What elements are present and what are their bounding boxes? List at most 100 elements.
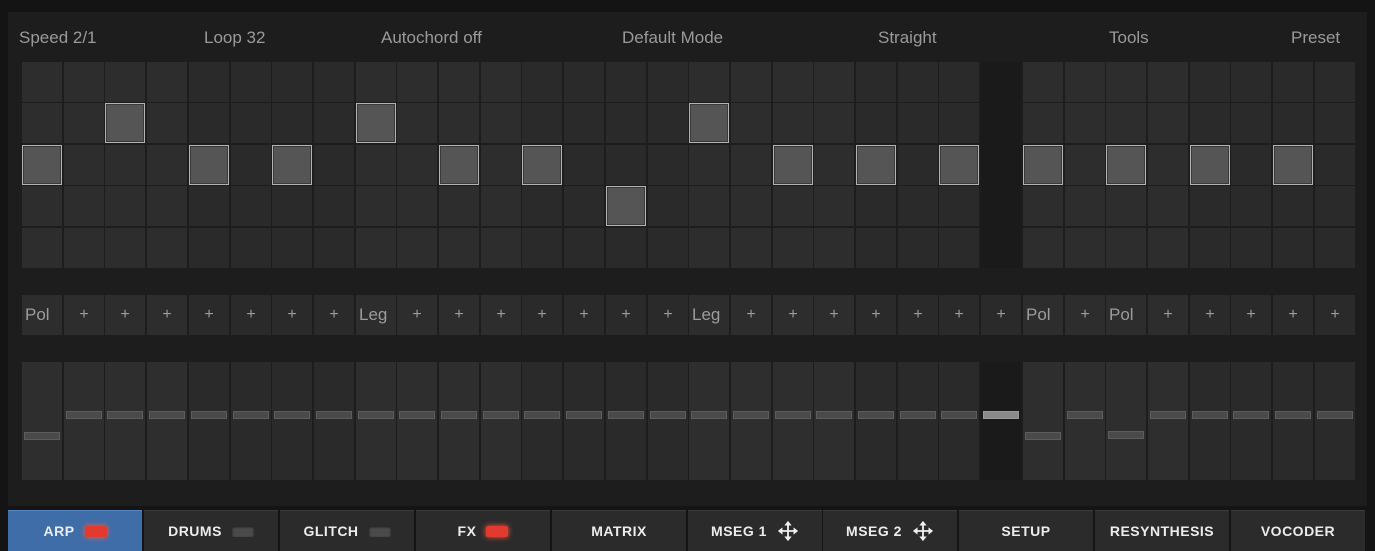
grid-cell[interactable] [105, 228, 145, 268]
velocity-handle[interactable] [66, 411, 102, 419]
velocity-handle[interactable] [1150, 411, 1186, 419]
gate-step[interactable]: + [606, 295, 646, 335]
grid-cell[interactable] [64, 62, 104, 102]
move-icon[interactable] [777, 520, 799, 542]
grid-cell[interactable] [1231, 228, 1271, 268]
velocity-step[interactable] [1065, 362, 1105, 480]
grid-cell[interactable] [22, 186, 62, 226]
velocity-step[interactable] [1023, 362, 1063, 480]
grid-cell[interactable] [1106, 62, 1146, 102]
grid-cell[interactable] [397, 186, 437, 226]
note-step[interactable] [1273, 145, 1313, 185]
velocity-handle[interactable] [1233, 411, 1269, 419]
grid-cell[interactable] [606, 228, 646, 268]
velocity-handle[interactable] [149, 411, 185, 419]
grid-cell[interactable] [773, 103, 813, 143]
grid-cell[interactable] [105, 145, 145, 185]
velocity-handle[interactable] [733, 411, 769, 419]
grid-cell[interactable] [105, 62, 145, 102]
grid-cell[interactable] [773, 62, 813, 102]
velocity-step[interactable] [731, 362, 771, 480]
velocity-step[interactable] [773, 362, 813, 480]
grid-cell[interactable] [356, 186, 396, 226]
note-step[interactable] [606, 186, 646, 226]
note-step[interactable] [1023, 145, 1063, 185]
gate-step[interactable]: + [1273, 295, 1313, 335]
grid-cell[interactable] [939, 103, 979, 143]
velocity-handle[interactable] [233, 411, 269, 419]
note-step[interactable] [22, 145, 62, 185]
mode-selector[interactable]: Default Mode [622, 28, 723, 48]
velocity-handle[interactable] [1317, 411, 1353, 419]
velocity-step[interactable] [856, 362, 896, 480]
grid-cell[interactable] [147, 186, 187, 226]
groove-selector[interactable]: Straight [878, 28, 937, 48]
velocity-handle[interactable] [650, 411, 686, 419]
note-step[interactable] [856, 145, 896, 185]
grid-cell[interactable] [64, 145, 104, 185]
grid-cell[interactable] [314, 62, 354, 102]
grid-cell[interactable] [898, 228, 938, 268]
led-indicator[interactable] [231, 525, 254, 537]
grid-cell[interactable] [272, 228, 312, 268]
grid-cell[interactable] [856, 62, 896, 102]
grid-cell[interactable] [231, 228, 271, 268]
grid-cell[interactable] [481, 228, 521, 268]
speed-selector[interactable]: Speed 2/1 [19, 28, 97, 48]
grid-cell[interactable] [1273, 186, 1313, 226]
grid-cell[interactable] [814, 103, 854, 143]
note-step[interactable] [1106, 145, 1146, 185]
velocity-handle[interactable] [191, 411, 227, 419]
grid-cell[interactable] [397, 62, 437, 102]
gate-step[interactable]: + [814, 295, 854, 335]
grid-cell[interactable] [1065, 186, 1105, 226]
grid-cell[interactable] [105, 186, 145, 226]
grid-cell[interactable] [272, 62, 312, 102]
grid-cell[interactable] [1065, 62, 1105, 102]
velocity-step[interactable] [1315, 362, 1355, 480]
grid-cell[interactable] [773, 186, 813, 226]
grid-cell[interactable] [356, 145, 396, 185]
grid-cell[interactable] [606, 145, 646, 185]
grid-cell[interactable] [1023, 62, 1063, 102]
grid-cell[interactable] [522, 103, 562, 143]
gate-step[interactable]: + [147, 295, 187, 335]
note-step[interactable] [439, 145, 479, 185]
velocity-handle[interactable] [941, 411, 977, 419]
grid-cell[interactable] [856, 228, 896, 268]
velocity-handle[interactable] [524, 411, 560, 419]
gate-step[interactable]: + [1148, 295, 1188, 335]
grid-cell[interactable] [231, 103, 271, 143]
grid-cell[interactable] [939, 186, 979, 226]
velocity-step[interactable] [1148, 362, 1188, 480]
grid-cell[interactable] [1148, 62, 1188, 102]
grid-cell[interactable] [1190, 228, 1230, 268]
velocity-handle[interactable] [316, 411, 352, 419]
velocity-handle[interactable] [1025, 432, 1061, 440]
grid-cell[interactable] [272, 103, 312, 143]
grid-cell[interactable] [314, 145, 354, 185]
grid-cell[interactable] [64, 103, 104, 143]
velocity-step[interactable] [189, 362, 229, 480]
velocity-step[interactable] [606, 362, 646, 480]
note-step[interactable] [1190, 145, 1230, 185]
loop-selector[interactable]: Loop 32 [204, 28, 265, 48]
velocity-step[interactable] [1273, 362, 1313, 480]
tab-resynthesis[interactable]: RESYNTHESIS [1095, 510, 1229, 551]
velocity-step[interactable] [898, 362, 938, 480]
grid-cell[interactable] [522, 62, 562, 102]
grid-cell[interactable] [272, 186, 312, 226]
grid-cell[interactable] [1231, 62, 1271, 102]
grid-cell[interactable] [481, 145, 521, 185]
autochord-selector[interactable]: Autochord off [381, 28, 482, 48]
move-icon[interactable] [912, 520, 934, 542]
note-step[interactable] [689, 103, 729, 143]
grid-cell[interactable] [1106, 186, 1146, 226]
grid-cell[interactable] [1315, 62, 1355, 102]
tab-vocoder[interactable]: VOCODER [1231, 510, 1365, 551]
velocity-step[interactable] [272, 362, 312, 480]
note-step[interactable] [356, 103, 396, 143]
velocity-step[interactable] [1190, 362, 1230, 480]
grid-cell[interactable] [648, 186, 688, 226]
gate-step-leg[interactable]: Leg [689, 295, 729, 335]
